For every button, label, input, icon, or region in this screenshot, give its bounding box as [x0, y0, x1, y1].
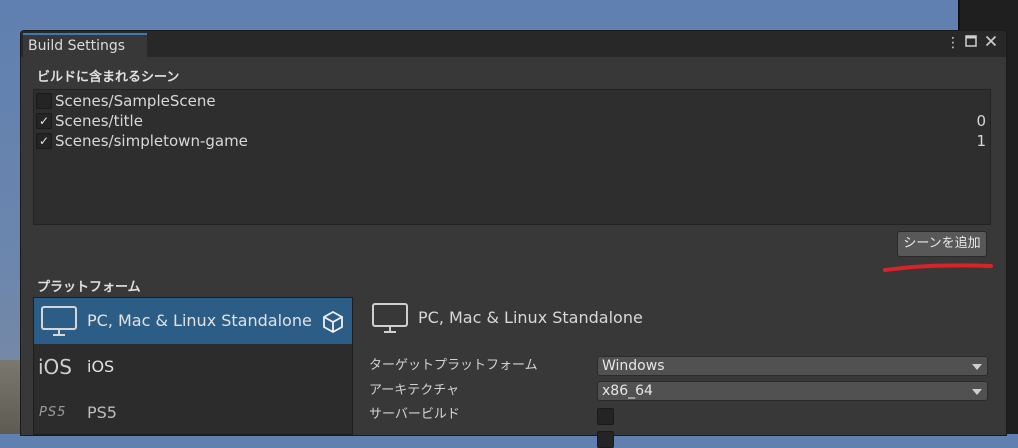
- platforms-header: プラットフォーム: [37, 280, 141, 295]
- scene-row[interactable]: ✓ Scenes/simpletown-game 1: [34, 132, 990, 152]
- scenes-list[interactable]: Scenes/SampleScene ✓ Scenes/title 0 ✓ Sc…: [33, 89, 991, 225]
- window-titlebar: Build Settings ⋮: [21, 31, 1006, 57]
- ps5-icon: PS5: [39, 405, 67, 420]
- window-tab[interactable]: Build Settings: [23, 33, 147, 57]
- platform-item-ios[interactable]: iOS iOS: [34, 344, 352, 390]
- kebab-menu-icon[interactable]: ⋮: [946, 35, 960, 51]
- platform-list[interactable]: PC, Mac & Linux Standalone iOS iOS PS5 P…: [33, 297, 353, 435]
- scene-checkbox[interactable]: ✓: [36, 113, 52, 129]
- architecture-dropdown[interactable]: x86_64: [597, 381, 988, 401]
- platform-item-standalone[interactable]: PC, Mac & Linux Standalone: [34, 298, 352, 344]
- scene-name: Scenes/simpletown-game: [55, 132, 248, 150]
- scene-checkbox[interactable]: [36, 93, 52, 109]
- maximize-icon[interactable]: [965, 35, 977, 51]
- scene-row[interactable]: Scenes/SampleScene: [34, 92, 990, 112]
- scenes-header: ビルドに含まれるシーン: [37, 70, 180, 85]
- platform-label: PC, Mac & Linux Standalone: [87, 311, 312, 330]
- scene-index: 1: [976, 132, 986, 150]
- checkmark-icon: ✓: [38, 114, 50, 128]
- platform-detail-title: PC, Mac & Linux Standalone: [418, 308, 643, 327]
- ios-icon: iOS: [38, 355, 72, 379]
- platform-item-ps5[interactable]: PS5 PS5: [34, 390, 352, 434]
- target-platform-dropdown[interactable]: Windows: [597, 356, 988, 376]
- scene-index: 0: [976, 112, 986, 130]
- scene-row[interactable]: ✓ Scenes/title 0: [34, 112, 990, 132]
- close-icon[interactable]: [985, 35, 997, 51]
- server-build-label: サーバービルド: [369, 407, 460, 422]
- add-scene-button[interactable]: シーンを追加: [897, 231, 987, 257]
- platform-label: PS5: [87, 403, 117, 422]
- chevron-down-icon: [972, 364, 982, 370]
- scene-name: Scenes/title: [55, 112, 143, 130]
- checkmark-icon: ✓: [38, 134, 50, 148]
- monitor-icon: [371, 301, 409, 339]
- platform-label: iOS: [87, 357, 115, 376]
- build-settings-window: Build Settings ⋮ ビルドに含まれるシーン Scenes/Samp…: [20, 30, 1007, 448]
- architecture-value: x86_64: [602, 383, 653, 399]
- architecture-label: アーキテクチャ: [369, 383, 460, 398]
- chevron-down-icon: [972, 389, 982, 395]
- target-platform-label: ターゲットプラットフォーム: [369, 358, 538, 373]
- scene-name: Scenes/SampleScene: [55, 92, 216, 110]
- monitor-icon: [40, 304, 78, 338]
- background-scene: [0, 360, 20, 434]
- server-build-checkbox[interactable]: [597, 408, 614, 425]
- unity-icon: [322, 310, 344, 334]
- red-underline-annotation: [883, 263, 993, 272]
- scene-checkbox[interactable]: ✓: [36, 133, 52, 149]
- target-platform-value: Windows: [602, 358, 665, 374]
